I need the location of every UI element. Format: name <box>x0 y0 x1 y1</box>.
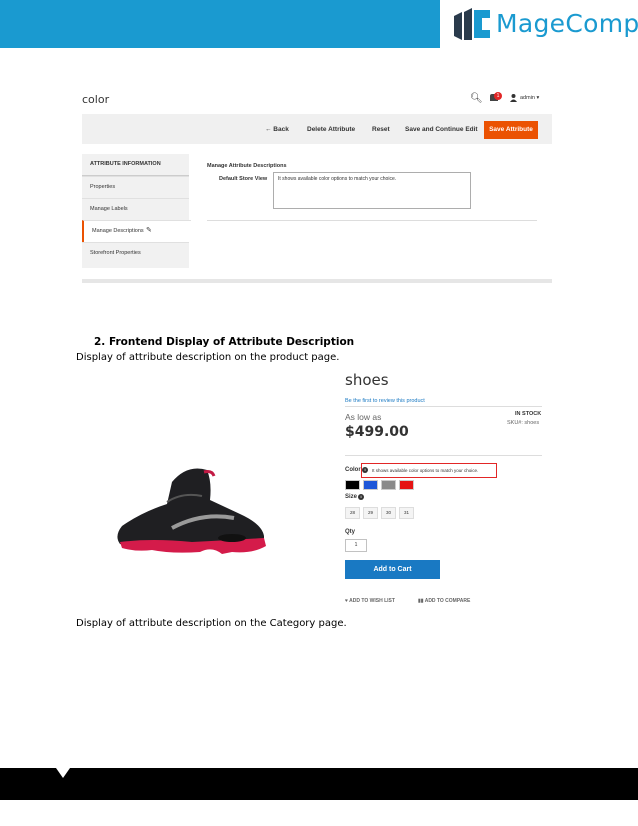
reset-button[interactable]: Reset <box>372 126 390 133</box>
review-link[interactable]: Be the first to review this product <box>345 398 425 404</box>
tab-label: Properties <box>90 184 116 190</box>
add-to-wishlist-link[interactable]: ♥ ADD TO WISH LIST <box>345 598 395 604</box>
qty-input[interactable]: 1 <box>345 539 367 552</box>
color-label: Color <box>345 467 361 473</box>
tab-manage-labels[interactable]: Manage Labels <box>82 198 189 220</box>
color-swatch-gray[interactable] <box>381 480 396 490</box>
size-option[interactable]: 29 <box>363 507 378 519</box>
search-icon[interactable]: 🔍︎ <box>470 93 483 104</box>
size-label: Size <box>345 494 358 500</box>
color-swatch-blue[interactable] <box>363 480 378 490</box>
color-swatch-black[interactable] <box>345 480 360 490</box>
size-option[interactable]: 30 <box>381 507 396 519</box>
tab-label: Manage Descriptions <box>92 228 144 234</box>
color-swatch-red[interactable] <box>399 480 414 490</box>
logo-text: MageComp <box>496 9 638 38</box>
user-icon[interactable] <box>510 94 517 102</box>
add-to-compare-link[interactable]: ▮▮ ADD TO COMPARE <box>418 598 470 604</box>
delete-attribute-button[interactable]: Delete Attribute <box>307 126 355 133</box>
qty-label: Qty <box>345 529 356 535</box>
description-value: It shows available color options to matc… <box>278 176 397 182</box>
footer-notch <box>56 768 70 778</box>
color-description-tooltip: It shows available color options to matc… <box>372 468 479 473</box>
category-page-caption: Display of attribute description on the … <box>76 618 347 629</box>
tab-storefront-properties[interactable]: Storefront Properties <box>82 242 189 264</box>
divider <box>345 406 542 407</box>
divider <box>207 220 537 221</box>
tab-label: Storefront Properties <box>90 250 141 256</box>
save-continue-button[interactable]: Save and Continue Edit <box>405 126 478 133</box>
footer-band <box>0 768 638 800</box>
size-option[interactable]: 31 <box>399 507 414 519</box>
product-sku: SKU#: shoes <box>507 420 540 426</box>
admin-bottom-bar <box>82 279 552 283</box>
description-textarea[interactable]: It shows available color options to matc… <box>273 172 471 209</box>
product-page-caption: Display of attribute description on the … <box>76 352 340 363</box>
add-to-cart-button[interactable]: Add to Cart <box>345 560 440 579</box>
notification-badge: 1 <box>494 92 502 100</box>
product-price: $499.00 <box>345 424 409 440</box>
tab-attribute-information: ATTRIBUTE INFORMATION <box>82 154 189 176</box>
section-title: Manage Attribute Descriptions <box>207 163 287 169</box>
stock-status: IN STOCK <box>515 411 542 417</box>
admin-page-title: color <box>82 93 110 106</box>
admin-user-menu[interactable]: admin ▾ <box>520 95 539 101</box>
save-attribute-button[interactable]: Save Attribute <box>484 121 538 139</box>
store-view-label: Default Store View <box>219 176 268 182</box>
tab-manage-descriptions[interactable]: Manage Descriptions ✎ <box>82 220 191 242</box>
product-name: shoes <box>345 371 389 389</box>
edit-pencil-icon: ✎ <box>146 227 152 234</box>
divider <box>345 455 542 456</box>
back-button[interactable]: ← Back <box>265 126 289 133</box>
shoe-product-image <box>117 468 266 554</box>
info-icon[interactable]: i <box>358 494 364 500</box>
tab-properties[interactable]: Properties <box>82 176 189 198</box>
tab-header-label: ATTRIBUTE INFORMATION <box>90 161 161 167</box>
size-option[interactable]: 28 <box>345 507 360 519</box>
magecomp-logo-icon <box>454 8 490 40</box>
section-heading: 2. Frontend Display of Attribute Descrip… <box>94 336 355 348</box>
tab-label: Manage Labels <box>90 206 128 212</box>
as-low-as-label: As low as <box>345 412 382 422</box>
